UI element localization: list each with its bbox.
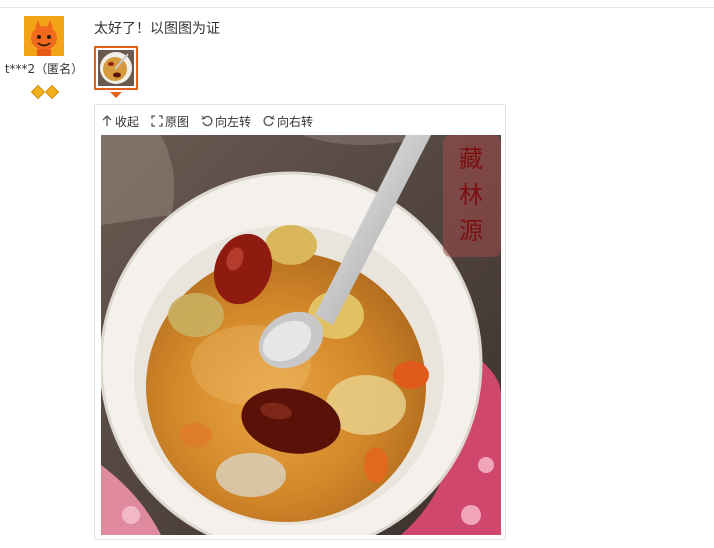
photo-toolbar: 收起 原图 向左转 向右转 [101,111,313,131]
diamond-icon [30,84,46,100]
buyer-level-badge [30,82,60,101]
review-photo-thumbnail[interactable] [94,46,138,90]
soup-bowl-photo: 藏 林 源 [101,135,501,535]
watermark-char: 林 [459,181,483,209]
arrow-up-icon [102,115,112,126]
selected-thumbnail-pointer [110,92,122,98]
avatar[interactable] [24,16,64,56]
rotate-left-icon [201,115,213,127]
watermark-char: 源 [459,217,483,245]
collapse-button[interactable]: 收起 [101,113,139,130]
review-text: 太好了！以图图为证 [94,21,220,37]
rotate-left-label: 向左转 [215,114,252,129]
original-image-button[interactable]: 原图 [151,113,189,130]
rotate-right-label: 向右转 [277,114,314,129]
original-image-label: 原图 [165,114,190,129]
reviewer-name[interactable]: t***2（匿名） [0,60,88,77]
rotate-right-icon [263,115,275,127]
collapse-label: 收起 [115,114,140,129]
expand-icon [151,115,163,127]
photo-viewer: 收起 原图 向左转 向右转 藏 林 源 [94,104,506,540]
top-divider [0,7,714,8]
diamond-icon [44,84,60,100]
taobao-mascot-icon [24,16,64,56]
review-photo: 藏 林 源 [101,135,501,535]
watermark-char: 藏 [459,145,483,173]
rotate-right-button[interactable]: 向右转 [263,113,313,130]
soup-thumbnail-image [98,50,134,86]
rotate-left-button[interactable]: 向左转 [201,113,251,130]
